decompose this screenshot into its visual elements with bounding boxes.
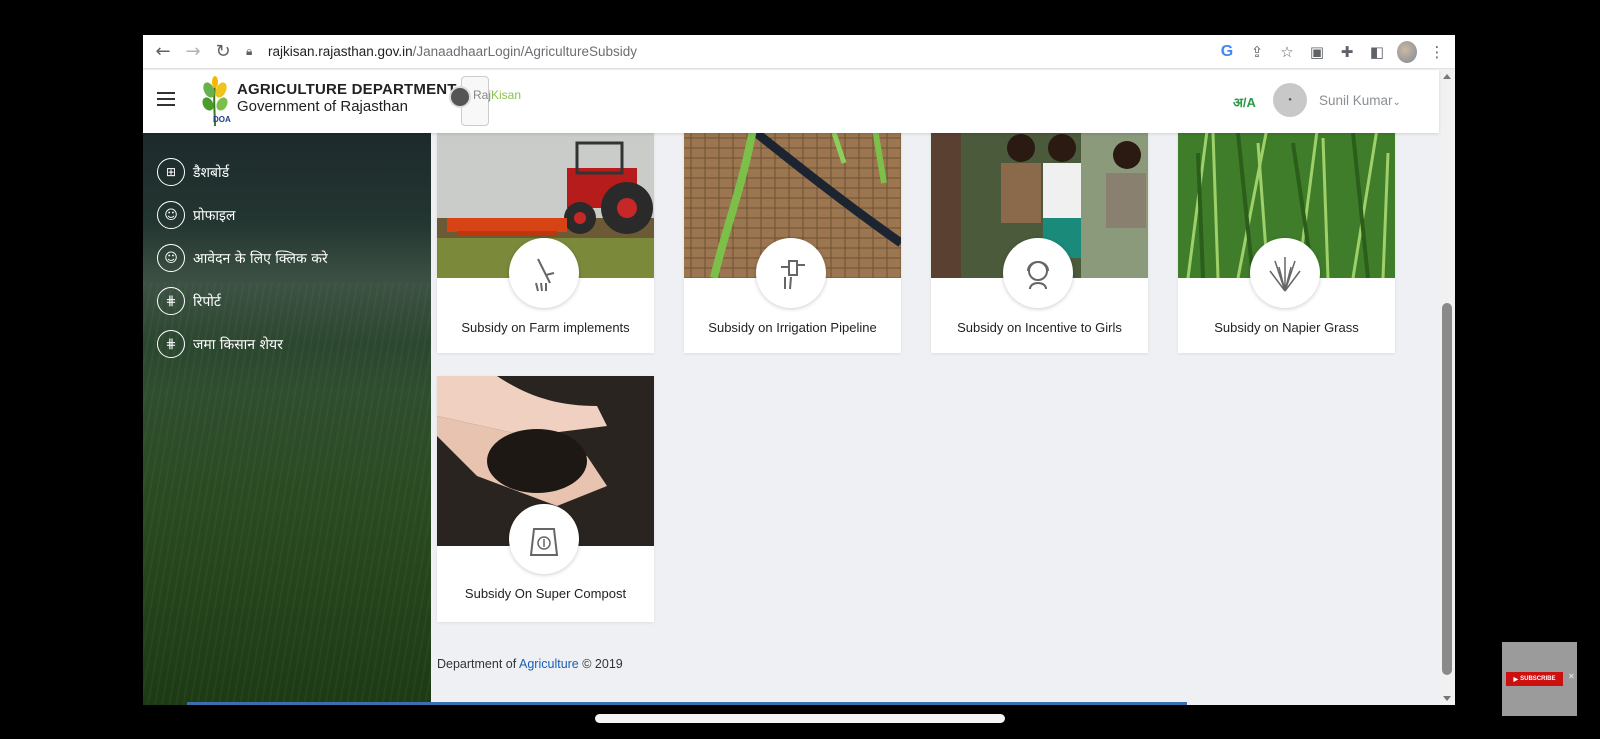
irrigation-tap-icon: [756, 238, 826, 308]
avatar[interactable]: ●: [1273, 83, 1307, 117]
rajkisan-text: RajKisan: [473, 88, 522, 102]
sidebar: ⊞ डैशबोर्ड ☺ प्रोफाइल ☺ आवेदन के लिए क्ल…: [143, 133, 431, 705]
reload-icon[interactable]: ↻: [208, 37, 238, 67]
url-host: rajkisan.rajasthan.gov.in: [268, 44, 413, 59]
sidepanel-icon[interactable]: ◧: [1367, 42, 1387, 62]
lock-icon[interactable]: 🔒︎: [246, 44, 268, 59]
profile-icon[interactable]: [1397, 41, 1417, 63]
share-icon: ⋕: [157, 330, 185, 358]
youtube-icon: ▶: [1513, 676, 1519, 683]
footer: Department of Agriculture © 2019: [437, 657, 623, 671]
subsidy-card-incentive-girls[interactable]: Subsidy on Incentive to Girls: [931, 123, 1148, 353]
scrollbar[interactable]: [1439, 70, 1455, 705]
subscribe-overlay: ▶ SUBSCRIBE ✕: [1502, 642, 1577, 716]
sidebar-item-label: आवेदन के लिए क्लिक करे: [193, 250, 328, 267]
sidebar-item-profile[interactable]: ☺ प्रोफाइल: [157, 201, 235, 229]
subsidy-card-farm-implements[interactable]: Subsidy on Farm implements: [437, 123, 654, 353]
farm-tool-icon: [509, 238, 579, 308]
scroll-thumb[interactable]: [1442, 303, 1452, 675]
main-content: Subsidy on Farm implements Subsidy on Ir…: [431, 123, 1439, 705]
scroll-down-icon[interactable]: [1443, 696, 1451, 701]
star-icon[interactable]: ☆: [1277, 42, 1297, 62]
extension-icon[interactable]: ▣: [1307, 42, 1327, 62]
sidebar-item-farmer-share[interactable]: ⋕ जमा किसान शेयर: [157, 330, 283, 358]
department-subtitle: Government of Rajasthan: [237, 98, 408, 115]
apply-icon: ☺: [157, 244, 185, 272]
language-toggle[interactable]: अ/A: [1233, 93, 1256, 111]
card-label: Subsidy On Super Compost: [464, 586, 627, 601]
compost-bag-icon: [509, 504, 579, 574]
share-icon[interactable]: ⇪: [1247, 42, 1267, 62]
subsidy-card-super-compost[interactable]: Subsidy On Super Compost: [437, 376, 654, 622]
url-path: /JanaadhaarLogin/AgricultureSubsidy: [412, 44, 637, 59]
home-indicator[interactable]: [595, 714, 1005, 723]
divider: [187, 702, 1187, 705]
address-bar[interactable]: 🔒︎ rajkisan.rajasthan.gov.in/JanaadhaarL…: [246, 39, 1166, 65]
card-label: Subsidy on Incentive to Girls: [957, 320, 1122, 335]
browser-toolbar: ← → ↻ 🔒︎ rajkisan.rajasthan.gov.in/Janaa…: [143, 35, 1455, 69]
card-label: Subsidy on Irrigation Pipeline: [708, 320, 877, 335]
farmer-face-icon: [449, 86, 471, 108]
subsidy-card-napier-grass[interactable]: Subsidy on Napier Grass: [1178, 123, 1395, 353]
department-title: AGRICULTURE DEPARTMENT: [237, 81, 457, 98]
menu-dots-icon[interactable]: ⋮: [1427, 42, 1447, 62]
hamburger-menu-icon[interactable]: [157, 92, 175, 106]
logo-text: DOA: [213, 115, 231, 124]
browser-window: ← → ↻ 🔒︎ rajkisan.rajasthan.gov.in/Janaa…: [143, 35, 1455, 705]
report-icon: ⋕: [157, 287, 185, 315]
close-icon[interactable]: ✕: [1568, 672, 1575, 681]
card-label: Subsidy on Farm implements: [461, 320, 630, 335]
sidebar-item-label: रिपोर्ट: [193, 293, 221, 310]
sidebar-item-report[interactable]: ⋕ रिपोर्ट: [157, 287, 221, 315]
scroll-up-icon[interactable]: [1443, 74, 1451, 79]
google-icon[interactable]: G: [1217, 42, 1237, 62]
site-header: DOA AGRICULTURE DEPARTMENT Government of…: [143, 70, 1439, 133]
profile-icon: ☺: [157, 201, 185, 229]
sidebar-item-label: डैशबोर्ड: [193, 164, 230, 181]
toolbar-actions: G ⇪ ☆ ▣ ✚ ◧ ⋮: [1217, 35, 1447, 69]
forward-icon[interactable]: →: [178, 37, 208, 67]
sidebar-item-dashboard[interactable]: ⊞ डैशबोर्ड: [157, 158, 229, 186]
sidebar-item-label: जमा किसान शेयर: [193, 336, 283, 353]
subsidy-card-irrigation-pipeline[interactable]: Subsidy on Irrigation Pipeline: [684, 123, 901, 353]
grass-icon: [1250, 238, 1320, 308]
subscribe-button[interactable]: ▶ SUBSCRIBE: [1506, 672, 1563, 686]
back-icon[interactable]: ←: [148, 37, 178, 67]
card-label: Subsidy on Napier Grass: [1214, 320, 1359, 335]
chevron-down-icon: ⌄: [1392, 97, 1401, 108]
rajkisan-logo: RajKisan: [449, 76, 521, 128]
sidebar-item-apply[interactable]: ☺ आवेदन के लिए क्लिक करे: [157, 244, 328, 272]
dashboard-icon: ⊞: [157, 158, 185, 186]
user-menu[interactable]: Sunil Kumar⌄: [1319, 93, 1401, 108]
girl-icon: [1003, 238, 1073, 308]
puzzle-icon[interactable]: ✚: [1337, 42, 1357, 62]
screen: ← → ↻ 🔒︎ rajkisan.rajasthan.gov.in/Janaa…: [0, 0, 1600, 739]
sidebar-item-label: प्रोफाइल: [193, 207, 236, 224]
footer-link[interactable]: Agriculture: [519, 657, 579, 671]
